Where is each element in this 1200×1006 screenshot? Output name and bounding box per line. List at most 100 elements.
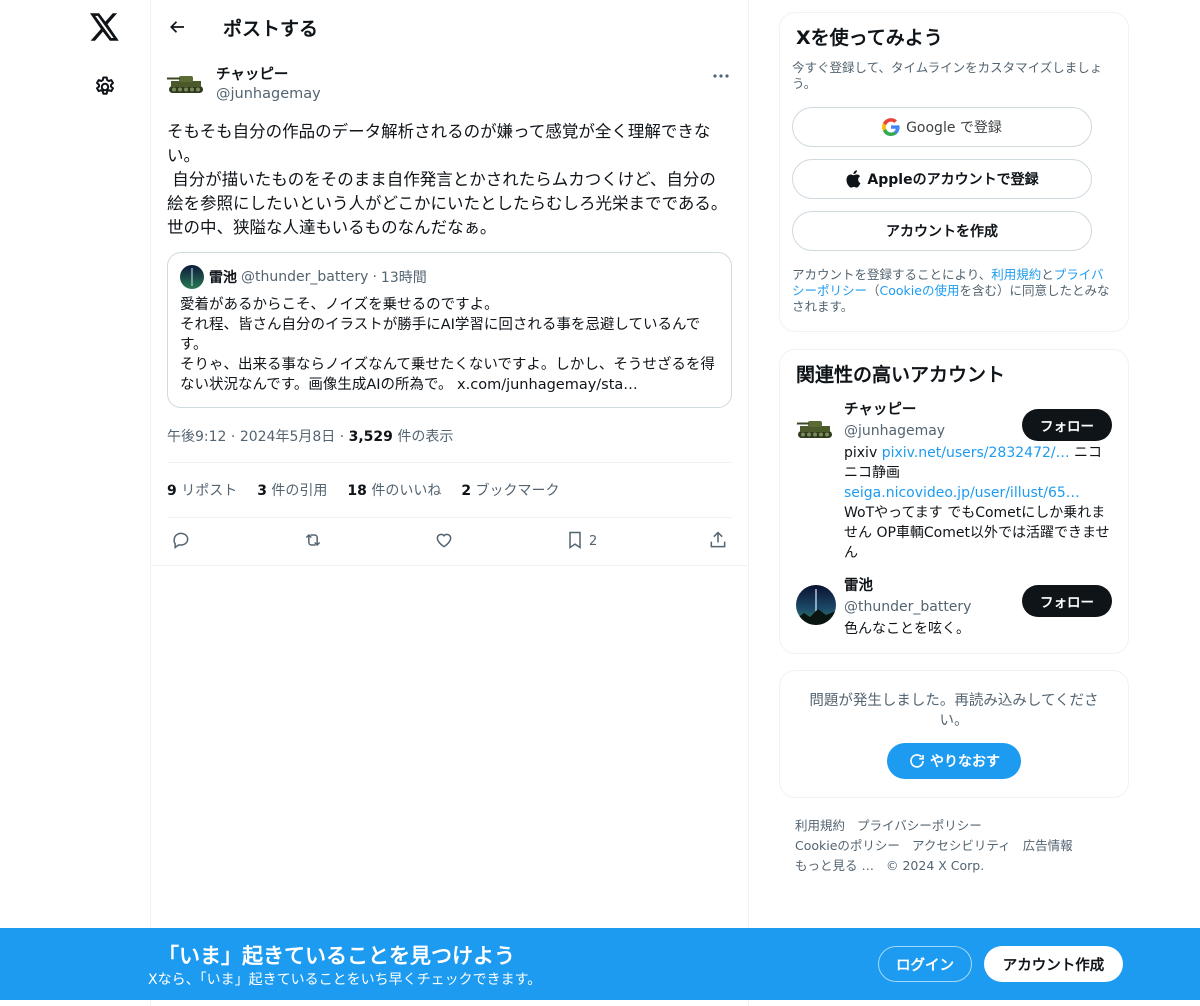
stat-label: 件の引用 bbox=[266, 483, 328, 499]
stat-count: 9 bbox=[167, 483, 177, 499]
signup-banner: 「いま」起きていることを見つけよう Xなら、「いま」起きていることをいち早くチェ… bbox=[0, 928, 1200, 1000]
page-header: ポストする bbox=[151, 0, 748, 54]
related-accounts: 関連性の高いアカウント チャッピー @junhagemay pixiv pixi… bbox=[779, 349, 1129, 654]
quote-avatar bbox=[180, 265, 204, 289]
post-stats: 9 リポスト 3 件の引用 18 件のいいね 2 ブックマーク bbox=[167, 463, 732, 518]
avatar[interactable] bbox=[796, 585, 836, 625]
quote-author-handle: @thunder_battery bbox=[241, 269, 369, 285]
bookmark-button[interactable]: 2 bbox=[565, 530, 597, 554]
share-icon bbox=[708, 530, 728, 554]
refresh-icon bbox=[908, 752, 926, 770]
footer-link-ads[interactable]: 広告情報 bbox=[1023, 838, 1073, 853]
account-item[interactable]: 雷池 @thunder_battery 色んなことを呟く。 フォロー bbox=[796, 578, 1112, 639]
google-icon bbox=[882, 118, 900, 136]
repost-button[interactable] bbox=[302, 530, 324, 554]
cookie-link[interactable]: Cookieの使用 bbox=[880, 283, 960, 298]
heart-icon bbox=[434, 530, 454, 554]
legal-and: と bbox=[1041, 267, 1054, 282]
footer-link-more[interactable]: もっと見る … bbox=[795, 858, 874, 873]
separator: · bbox=[226, 429, 240, 445]
left-nav bbox=[0, 0, 150, 1006]
stat-count: 3 bbox=[257, 483, 267, 499]
footer-link-accessibility[interactable]: アクセシビリティ bbox=[912, 838, 1011, 853]
avatar[interactable] bbox=[167, 64, 207, 104]
more-icon[interactable] bbox=[710, 66, 732, 86]
gear-icon[interactable] bbox=[90, 72, 120, 102]
quote-timestamp: 13時間 bbox=[380, 270, 427, 286]
footer-link-privacy[interactable]: プライバシーポリシー bbox=[857, 818, 982, 833]
retry-label: やりなおす bbox=[930, 754, 1000, 770]
view-count: 3,529 bbox=[348, 429, 393, 445]
page-title: ポストする bbox=[223, 17, 319, 40]
create-account-button[interactable]: アカウントを作成 bbox=[792, 211, 1092, 251]
stat-label: リポスト bbox=[176, 483, 238, 499]
avatar[interactable] bbox=[796, 409, 836, 449]
stat-count: 2 bbox=[461, 483, 472, 499]
repost-icon bbox=[302, 530, 324, 554]
post-actions: 2 bbox=[151, 518, 748, 566]
bio-link[interactable]: seiga.nicovideo.jp/user/illust/65… bbox=[844, 485, 1080, 501]
google-signup-label: Google で登録 bbox=[906, 120, 1002, 136]
footer-link-terms[interactable]: 利用規約 bbox=[795, 818, 845, 833]
like-button[interactable] bbox=[434, 530, 454, 554]
post-date[interactable]: 2024年5月8日 bbox=[240, 429, 335, 445]
author-name[interactable]: チャッピー bbox=[216, 66, 321, 84]
reply-icon bbox=[171, 530, 191, 554]
view-label: 件の表示 bbox=[392, 429, 454, 445]
separator: · bbox=[372, 269, 377, 285]
follow-button[interactable]: フォロー bbox=[1022, 409, 1112, 441]
x-logo-icon[interactable] bbox=[88, 10, 122, 44]
stat-quotes[interactable]: 3 件の引用 bbox=[257, 480, 327, 500]
post-time[interactable]: 午後9:12 bbox=[167, 429, 226, 445]
main-column: ポストする チャッピー @junhagemay そもそも自分の作品のデータ解析さ… bbox=[150, 0, 749, 1006]
apple-icon bbox=[845, 170, 861, 188]
quote-body: 愛着があるからこそ、ノイズを乗せるのですよ。 それ程、皆さん自分のイラストが勝手… bbox=[180, 297, 715, 393]
author-handle[interactable]: @junhagemay bbox=[216, 84, 321, 104]
quote-author-name: 雷池 bbox=[209, 270, 237, 286]
bio-link[interactable]: pixiv.net/users/2832472/… bbox=[882, 445, 1070, 461]
error-message: 問題が発生しました。再読み込みしてください。 bbox=[809, 693, 1099, 729]
post-meta: 午後9:12 · 2024年5月8日 · 3,529 件の表示 bbox=[167, 426, 732, 463]
signup-title: Xを使ってみよう bbox=[796, 27, 943, 49]
banner-subtitle: Xなら、「いま」起きていることをいち早くチェックできます。 bbox=[148, 972, 542, 988]
account-bio: pixiv pixiv.net/users/2832472/… ニコニコ静画 s… bbox=[844, 443, 1112, 563]
stat-count: 18 bbox=[347, 483, 367, 499]
share-button[interactable] bbox=[708, 530, 728, 554]
follow-button[interactable]: フォロー bbox=[1022, 585, 1112, 617]
signup-card: Xを使ってみよう 今すぐ登録して、タイムラインをカスタマイズしましょう。 Goo… bbox=[779, 12, 1129, 332]
stat-likes[interactable]: 18 件のいいね bbox=[347, 480, 441, 500]
stat-label: 件のいいね bbox=[366, 483, 442, 499]
legal-paren: （ bbox=[867, 283, 880, 298]
apple-signup-button[interactable]: Appleのアカウントで登録 bbox=[792, 159, 1092, 199]
terms-link[interactable]: 利用規約 bbox=[991, 267, 1041, 282]
quote-post[interactable]: 雷池 @thunder_battery · 13時間 愛着があるからこそ、ノイズ… bbox=[167, 252, 732, 408]
bio-text: pixiv bbox=[844, 445, 882, 461]
stat-bookmarks[interactable]: 2 ブックマーク bbox=[461, 480, 559, 500]
bookmark-count: 2 bbox=[589, 534, 598, 549]
post-body: そもそも自分の作品のデータ解析されるのが嫌って感覚が全く理解できない。 自分が描… bbox=[167, 122, 728, 237]
apple-signup-label: Appleのアカウントで登録 bbox=[867, 172, 1039, 188]
legal-prefix: アカウントを登録することにより、 bbox=[792, 267, 992, 282]
signup-subtitle: 今すぐ登録して、タイムラインをカスタマイズしましょう。 bbox=[792, 60, 1103, 91]
stat-label: ブックマーク bbox=[471, 483, 560, 499]
right-sidebar: Xを使ってみよう 今すぐ登録して、タイムラインをカスタマイズしましょう。 Goo… bbox=[779, 0, 1129, 876]
post: チャッピー @junhagemay そもそも自分の作品のデータ解析されるのが嫌っ… bbox=[151, 54, 748, 566]
reply-button[interactable] bbox=[171, 530, 191, 554]
account-bio: 色んなことを呟く。 bbox=[844, 621, 970, 637]
footer-link-cookie[interactable]: Cookieのポリシー bbox=[795, 838, 900, 853]
retry-button[interactable]: やりなおす bbox=[887, 743, 1021, 779]
error-card: 問題が発生しました。再読み込みしてください。 やりなおす bbox=[779, 670, 1129, 798]
banner-title: 「いま」起きていることを見つけよう bbox=[158, 944, 515, 968]
login-button[interactable]: ログイン bbox=[878, 946, 972, 982]
separator: · bbox=[335, 429, 349, 445]
related-title: 関連性の高いアカウント bbox=[796, 364, 1006, 386]
google-signup-button[interactable]: Google で登録 bbox=[792, 107, 1092, 147]
copyright: © 2024 X Corp. bbox=[885, 858, 985, 873]
create-account-label: アカウントを作成 bbox=[886, 224, 998, 240]
banner-create-account-button[interactable]: アカウント作成 bbox=[984, 946, 1123, 982]
account-item[interactable]: チャッピー @junhagemay pixiv pixiv.net/users/… bbox=[796, 402, 1112, 563]
footer-links: 利用規約 プライバシーポリシー Cookieのポリシー アクセシビリティ 広告情報 も… bbox=[779, 816, 1129, 876]
stat-reposts[interactable]: 9 リポスト bbox=[167, 480, 237, 500]
bio-text: WoTやってます でもCometにしか乗れません OP車輌Comet以外では活躍… bbox=[844, 505, 1110, 561]
back-arrow-icon[interactable] bbox=[165, 14, 191, 40]
